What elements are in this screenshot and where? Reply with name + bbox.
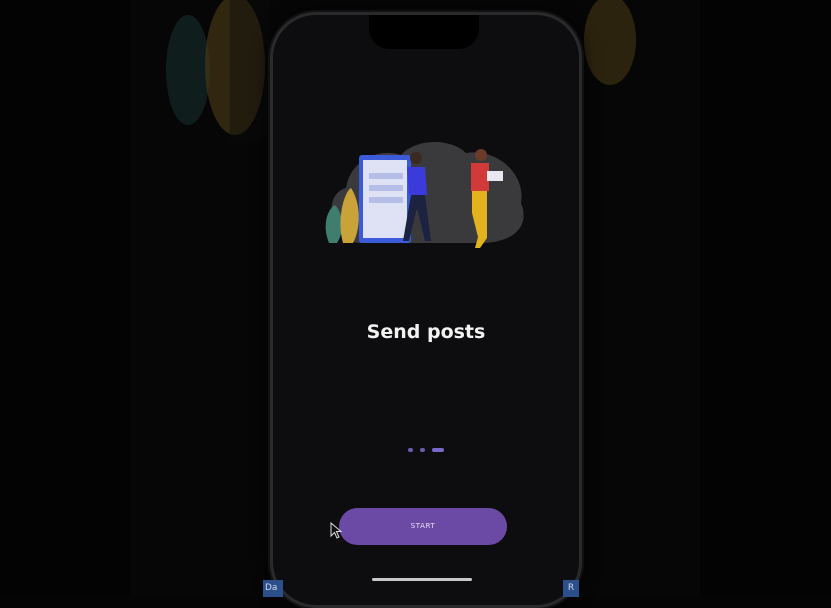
recorder-overlay-left: Da (263, 580, 283, 597)
page-dot-active (432, 447, 445, 452)
recorder-overlay-right: R (563, 580, 579, 597)
home-indicator (372, 578, 472, 581)
start-button[interactable]: START (339, 508, 507, 545)
page-title: Send posts (366, 321, 486, 343)
cursor-arrow-icon (330, 522, 343, 539)
camera-notch (369, 15, 479, 49)
page-indicator (273, 439, 579, 458)
onboarding-illustration (325, 141, 524, 248)
page-dot (407, 447, 413, 452)
phone-frame: Send posts START (270, 12, 582, 608)
page-dot (420, 447, 425, 452)
